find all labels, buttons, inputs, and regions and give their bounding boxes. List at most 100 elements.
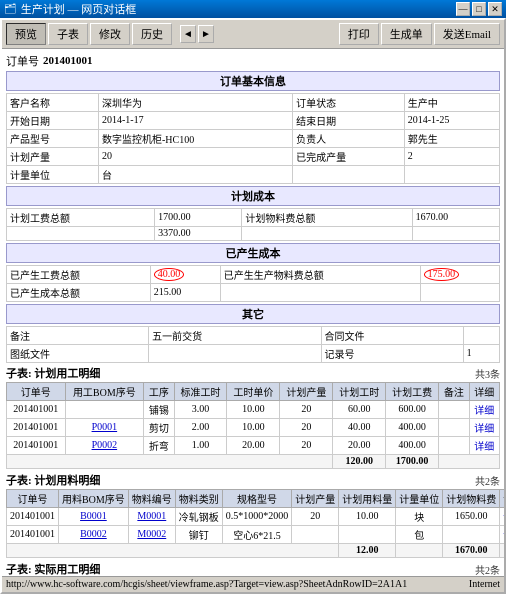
col-order-id: 订单号 bbox=[7, 490, 59, 508]
col-plan-qty: 计划产量 bbox=[280, 383, 333, 401]
table-row: 图纸文件 记录号 1 bbox=[7, 345, 500, 363]
col-mat-type: 物料类别 bbox=[175, 490, 222, 508]
cell-bom[interactable]: B0001 bbox=[59, 508, 129, 526]
table-row: 201401001 P0002 折弯 1.00 20.00 20 20.00 4… bbox=[7, 437, 500, 455]
work-group-section: 子表: 计划用工明细 共3条 订单号 用工BOM序号 工序 标准工时 工时单价 … bbox=[6, 365, 500, 469]
window-icon: 🗂 bbox=[4, 4, 17, 15]
cell-plan-hours: 60.00 bbox=[333, 401, 386, 419]
material-count: 共2条 bbox=[475, 473, 500, 488]
cell-mat-type: 冷轧钢板 bbox=[175, 508, 222, 526]
field-label: 客户名称 bbox=[7, 94, 99, 112]
cell-bom[interactable]: B0002 bbox=[59, 526, 129, 544]
field-value-red: 40.00 bbox=[150, 266, 220, 284]
field-value: 生产中 bbox=[404, 94, 499, 112]
field-label: 备注 bbox=[7, 327, 149, 345]
total-usage: 12.00 bbox=[339, 544, 396, 558]
cell-process: 折弯 bbox=[144, 437, 174, 455]
main-window: 预览 子表 修改 历史 ◄ ► 打印 生成单 发送Email 订单号 20140… bbox=[0, 18, 506, 594]
col-unit: 计量单位 bbox=[396, 490, 443, 508]
field-label: 计划产量 bbox=[7, 148, 99, 166]
field-label: 计量单位 bbox=[7, 166, 99, 184]
cell-mat-type: 铆钉 bbox=[175, 526, 222, 544]
send-email-button[interactable]: 发送Email bbox=[434, 23, 500, 45]
cell-detail[interactable]: 详细 bbox=[469, 419, 499, 437]
toolbar: 预览 子表 修改 历史 ◄ ► 打印 生成单 发送Email bbox=[2, 20, 504, 49]
col-mat-id: 物料编号 bbox=[128, 490, 175, 508]
table-row: 产品型号 数字监控机柜-HC100 负责人 郭先生 bbox=[7, 130, 500, 148]
tab-preview[interactable]: 预览 bbox=[6, 23, 46, 45]
status-bar: http://www.hc-software.com/hcgis/sheet/v… bbox=[2, 576, 504, 592]
total-fee: 1700.00 bbox=[386, 455, 439, 469]
cell-plan-fee: 400.00 bbox=[386, 437, 439, 455]
tab-edit[interactable]: 修改 bbox=[90, 23, 130, 45]
cell-order-id: 201401001 bbox=[7, 526, 59, 544]
cell-mat-id[interactable]: M0001 bbox=[128, 508, 175, 526]
col-remark: 备注 bbox=[439, 383, 469, 401]
col-spec: 规格型号 bbox=[222, 490, 292, 508]
gen-order-button[interactable]: 生成单 bbox=[381, 23, 432, 45]
field-label: 已产生工费总额 bbox=[7, 266, 151, 284]
col-plan-qty: 计划产量 bbox=[292, 490, 339, 508]
cell-detail[interactable]: 详细 bbox=[500, 526, 504, 544]
work-group-table: 订单号 用工BOM序号 工序 标准工时 工时单价 计划产量 计划工时 计划工费 … bbox=[6, 382, 500, 469]
table-row: 计划产量 20 已完成产量 2 bbox=[7, 148, 500, 166]
minimize-button[interactable]: — bbox=[456, 2, 470, 16]
field-value: 台 bbox=[98, 166, 292, 184]
material-table: 订单号 用料BOM序号 物料编号 物料类别 规格型号 计划产量 计划用料量 计量… bbox=[6, 489, 504, 558]
cell-plan-usage bbox=[339, 526, 396, 544]
field-value: 3370.00 bbox=[155, 227, 242, 241]
cell-plan-qty: 20 bbox=[280, 419, 333, 437]
cell-plan-qty bbox=[292, 526, 339, 544]
field-value bbox=[463, 327, 499, 345]
field-label: 合同文件 bbox=[321, 327, 463, 345]
basic-info-table: 客户名称 深圳华为 订单状态 生产中 开始日期 2014-1-17 结束日期 2… bbox=[6, 93, 500, 184]
basic-info-header: 订单基本信息 bbox=[6, 71, 500, 91]
actual-work-section: 子表: 实际用工明细 共2条 订单号 日期 工号 部门 姓名 用工BOM序号 工… bbox=[6, 561, 500, 576]
cell-remark bbox=[439, 419, 469, 437]
cell-detail[interactable]: 详细 bbox=[469, 401, 499, 419]
tab-subtable[interactable]: 子表 bbox=[48, 23, 88, 45]
close-button[interactable]: ✕ bbox=[488, 2, 502, 16]
col-std-hours: 标准工时 bbox=[174, 383, 227, 401]
status-url: http://www.hc-software.com/hcgis/sheet/v… bbox=[6, 579, 407, 590]
table-row: 3370.00 bbox=[7, 227, 500, 241]
nav-prev-button[interactable]: ◄ bbox=[180, 25, 196, 43]
cell-bom[interactable]: P0002 bbox=[65, 437, 144, 455]
table-row: 计划工费总额 1700.00 计划物料费总额 1670.00 bbox=[7, 209, 500, 227]
cell-plan-qty: 20 bbox=[280, 437, 333, 455]
field-label: 负责人 bbox=[293, 130, 405, 148]
field-label: 产品型号 bbox=[7, 130, 99, 148]
cell-plan-fee: 600.00 bbox=[386, 401, 439, 419]
field-value: 1 bbox=[463, 345, 499, 363]
cell-std-hours: 1.00 bbox=[174, 437, 227, 455]
tab-history[interactable]: 历史 bbox=[132, 23, 172, 45]
col-unit-price: 工时单价 bbox=[227, 383, 280, 401]
cell-unit: 包 bbox=[396, 526, 443, 544]
cell-detail[interactable]: 详细 bbox=[469, 437, 499, 455]
cell-spec: 空心6*21.5 bbox=[222, 526, 292, 544]
field-value: 2014-1-25 bbox=[404, 112, 499, 130]
col-detail: 详细 bbox=[500, 490, 504, 508]
actual-work-header: 子表: 实际用工明细 共2条 bbox=[6, 561, 500, 576]
field-value: 215.00 bbox=[150, 284, 220, 302]
field-label: 计划工费总额 bbox=[7, 209, 155, 227]
print-button[interactable]: 打印 bbox=[339, 23, 379, 45]
col-plan-cost: 计划物料费 bbox=[443, 490, 500, 508]
maximize-button[interactable]: □ bbox=[472, 2, 486, 16]
table-row: 201401001 B0002 M0002 铆钉 空心6*21.5 包 详细 bbox=[7, 526, 505, 544]
total-cost: 1670.00 bbox=[443, 544, 500, 558]
table-row: 201401001 P0001 剪切 2.00 10.00 20 40.00 4… bbox=[7, 419, 500, 437]
cell-plan-qty: 20 bbox=[292, 508, 339, 526]
cell-plan-cost: 1650.00 bbox=[443, 508, 500, 526]
cell-detail[interactable]: 详细 bbox=[500, 508, 504, 526]
cell-bom[interactable]: P0001 bbox=[65, 419, 144, 437]
cell-remark bbox=[439, 401, 469, 419]
work-group-count: 共3条 bbox=[475, 366, 500, 381]
field-value: 20 bbox=[98, 148, 292, 166]
cell-plan-qty: 20 bbox=[280, 401, 333, 419]
order-id-value: 201401001 bbox=[43, 55, 93, 67]
nav-next-button[interactable]: ► bbox=[198, 25, 214, 43]
field-label: 订单状态 bbox=[293, 94, 405, 112]
field-value: 深圳华为 bbox=[98, 94, 292, 112]
cell-mat-id[interactable]: M0002 bbox=[128, 526, 175, 544]
